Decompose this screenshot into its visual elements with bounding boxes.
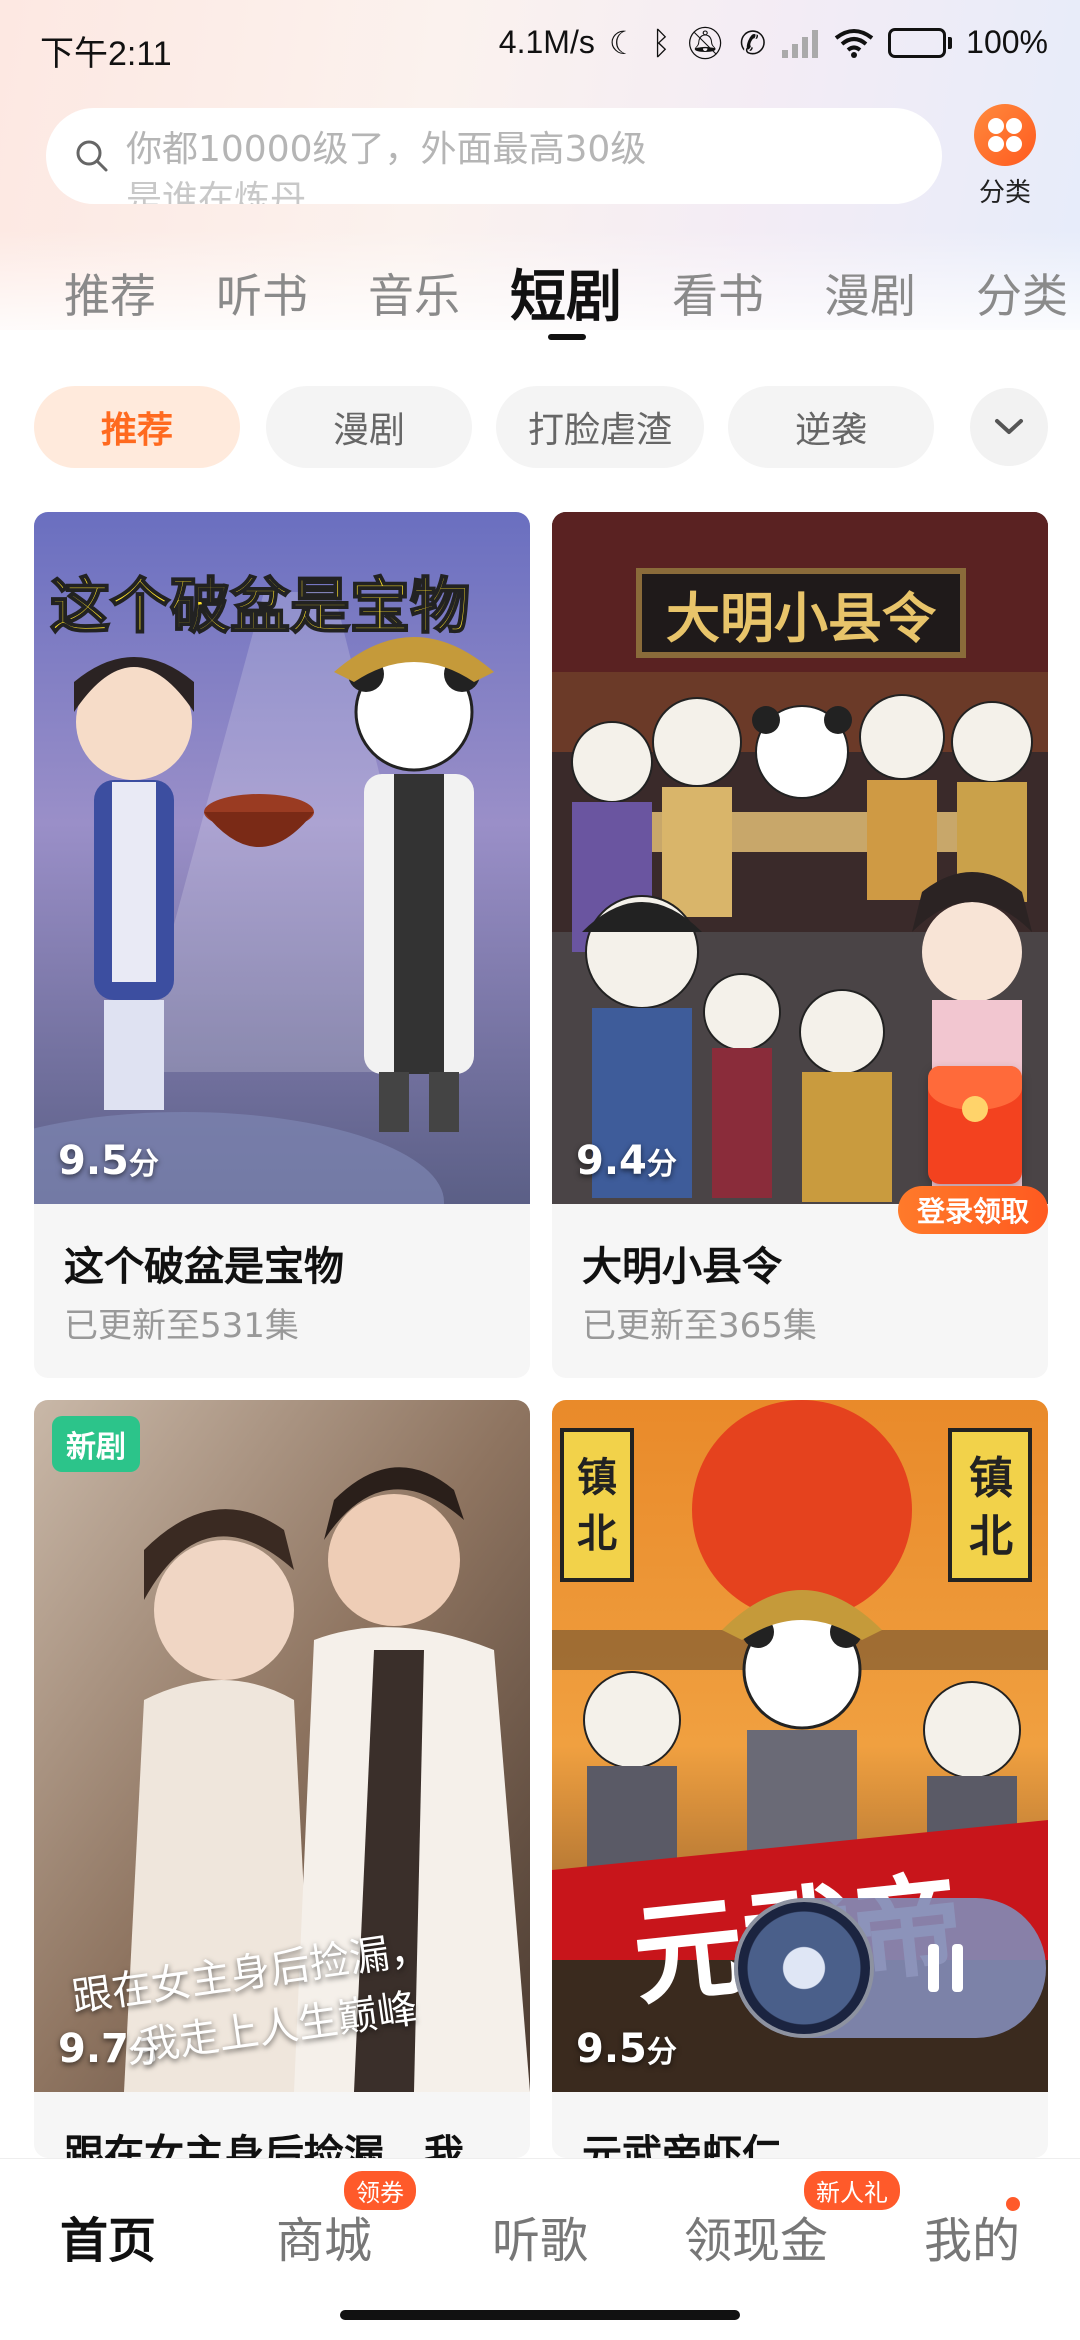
tab-indicator: [548, 334, 586, 340]
chip-comic-drama[interactable]: 漫剧: [266, 386, 472, 468]
tab-short-drama[interactable]: 短剧: [510, 252, 622, 333]
grid-dots-icon: [974, 104, 1036, 166]
cover-title-text: 这个破盆是宝物: [49, 571, 471, 643]
drama-card[interactable]: 镇北 镇北 元武帝 9.5分 元武帝虾仁: [552, 1400, 1048, 2158]
tab-read[interactable]: 看书: [672, 260, 764, 326]
chip-counterattack[interactable]: 逆袭: [728, 386, 934, 468]
nav-home[interactable]: 首页: [60, 2201, 156, 2271]
drama-card[interactable]: 这个破盆是宝物 9.5分 这个破盆是宝物 已更新至531集: [34, 512, 530, 1378]
chip-recommend[interactable]: 推荐: [34, 386, 240, 468]
category-button[interactable]: 分类: [960, 104, 1050, 214]
cover-title-plaque: 大明小县令: [636, 568, 966, 658]
home-indicator: [340, 2310, 740, 2320]
tab-music[interactable]: 音乐: [368, 260, 460, 326]
login-reward-button[interactable]: 登录领取: [898, 1186, 1048, 1234]
mute-icon: 🔕︎: [684, 24, 726, 61]
nav-music[interactable]: 听歌: [492, 2201, 588, 2271]
drama-score: 9.5分: [576, 2026, 677, 2072]
pause-icon[interactable]: [922, 1944, 972, 1994]
drama-score: 9.7分: [58, 2026, 159, 2072]
drama-score: 9.4分: [576, 1138, 677, 1184]
search-placeholder-next: 是谁在炼丹: [126, 179, 307, 204]
drama-score: 9.5分: [58, 1138, 159, 1184]
tab-hidden: |: [0, 260, 6, 314]
login-reward-promo[interactable]: 登录领取: [898, 1066, 1048, 1242]
new-user-badge: 新人礼: [804, 2171, 900, 2210]
notification-dot: [1006, 2197, 1020, 2211]
call-icon: ✆: [739, 24, 767, 61]
tab-category[interactable]: 分类: [976, 260, 1068, 326]
search-placeholder: 你都10000级了，外面最高30级: [126, 129, 647, 170]
drama-cover: 新剧 跟在女主身后捡漏， 我走上人生巅峰 9.7分: [34, 1400, 530, 2092]
battery-icon: [888, 27, 953, 58]
main-tabs: | 推荐 听书 音乐 短剧 看书 漫剧 分类: [0, 250, 1080, 350]
drama-card[interactable]: 大明小县令 9.4分 大明小县令 已更新至365集: [552, 512, 1048, 1378]
floating-audio-player[interactable]: [734, 1898, 1046, 2038]
drama-title: 大明小县令: [582, 1244, 782, 1290]
signal-icon: [782, 29, 819, 58]
album-art[interactable]: [734, 1898, 874, 2038]
coupon-badge: 领券: [344, 2171, 416, 2210]
net-speed: 4.1M/s: [498, 24, 595, 60]
red-packet-icon: [928, 1066, 1022, 1184]
expand-chips-button[interactable]: [970, 388, 1048, 466]
chip-face-slap[interactable]: 打脸虐渣: [496, 386, 704, 468]
chevron-down-icon: [995, 419, 1023, 434]
drama-episodes: 已更新至365集: [582, 1306, 817, 1346]
tab-audiobook[interactable]: 听书: [216, 260, 308, 326]
moon-icon: ☾: [608, 24, 638, 61]
status-time: 下午2:11: [40, 35, 172, 73]
drama-card[interactable]: 新剧 跟在女主身后捡漏， 我走上人生巅峰 9.7分 跟在女主身后捡漏，我: [34, 1400, 530, 2158]
cover-title-text: 大明小县令: [666, 585, 936, 650]
wifi-icon: [834, 28, 874, 58]
search-icon: [76, 140, 108, 172]
category-label: 分类: [978, 178, 1031, 208]
tab-comic-drama[interactable]: 漫剧: [824, 260, 916, 326]
status-right: 4.1M/s ☾ ᛒ 🔕︎ ✆ 100%: [499, 24, 1048, 61]
drama-title: 跟在女主身后捡漏，我: [64, 2132, 464, 2158]
nav-mine[interactable]: 我的: [924, 2201, 1020, 2271]
drama-title: 这个破盆是宝物: [64, 1244, 344, 1290]
tab-recommend[interactable]: 推荐: [64, 260, 156, 326]
nav-mall[interactable]: 商城: [276, 2201, 372, 2271]
nav-cash[interactable]: 领现金: [684, 2201, 828, 2271]
drama-episodes: 已更新至531集: [64, 1306, 299, 1346]
battery-percent: 100%: [966, 24, 1048, 60]
bluetooth-icon: ᛒ: [651, 24, 671, 61]
drama-cover: 这个破盆是宝物 9.5分: [34, 512, 530, 1204]
cover-banner-right: 镇北: [969, 1453, 1013, 1562]
search-bar[interactable]: 你都10000级了，外面最高30级 是谁在炼丹: [46, 108, 942, 204]
drama-title: 元武帝虾仁: [582, 2132, 782, 2158]
cover-banner-left: 镇北: [577, 1455, 617, 1557]
new-drama-badge: 新剧: [52, 1416, 140, 1472]
status-bar: 下午2:11 4.1M/s ☾ ᛒ 🔕︎ ✆ 100%: [0, 0, 1080, 96]
